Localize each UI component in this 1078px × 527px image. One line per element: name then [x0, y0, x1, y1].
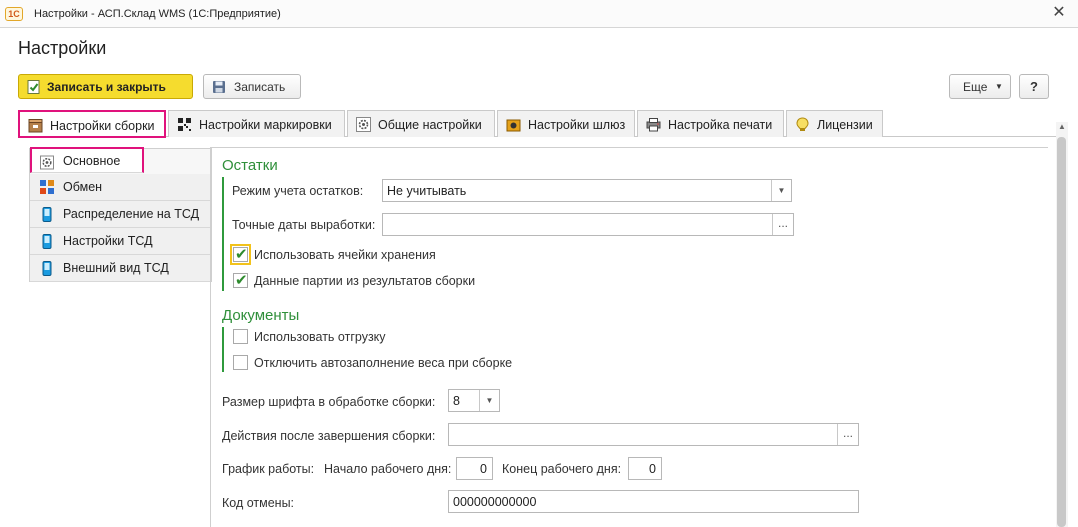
use-storage-cells-label: Использовать ячейки хранения: [254, 248, 436, 262]
page-title: Настройки: [18, 38, 107, 58]
cancel-code-label: Код отмены:: [222, 496, 295, 510]
ellipsis-icon[interactable]: ...: [772, 214, 793, 235]
disable-weight-autofill-checkbox[interactable]: [233, 355, 248, 370]
nav-item-tsd-settings[interactable]: Настройки ТСД: [30, 228, 211, 255]
nav-item-tsd-distribution[interactable]: Распределение на ТСД: [30, 201, 211, 228]
nav-item-label: Обмен: [63, 180, 103, 194]
save-label: Записать: [234, 80, 286, 94]
tab-general-settings[interactable]: Общие настройки: [347, 110, 495, 137]
window-title: Настройки - АСП.Склад WMS (1С:Предприяти…: [34, 8, 281, 20]
stock-mode-label: Режим учета остатков:: [232, 184, 364, 198]
more-label: Еще: [963, 80, 988, 94]
nav-item-exchange[interactable]: Обмен: [30, 174, 211, 201]
font-size-label: Размер шрифта в обработке сборки:: [222, 395, 436, 409]
save-and-close-label: Записать и закрыть: [47, 80, 166, 94]
use-shipment-checkbox[interactable]: [233, 329, 248, 344]
tab-assembly-settings[interactable]: Настройки сборки: [18, 110, 166, 138]
gear-icon: [40, 155, 54, 170]
workday-end-label: Конец рабочего дня:: [502, 462, 622, 476]
checkmark-icon: ✔: [235, 246, 248, 263]
exchange-icon: [40, 180, 54, 194]
help-button[interactable]: ?: [1019, 74, 1049, 99]
box-icon: [28, 119, 43, 133]
after-actions-label: Действия после завершения сборки:: [222, 429, 436, 443]
chevron-down-icon[interactable]: ▼: [771, 180, 791, 201]
more-button[interactable]: Еще ▼: [949, 74, 1011, 99]
tab-licenses[interactable]: Лицензии: [786, 110, 883, 137]
stock-section-title: Остатки: [222, 157, 278, 174]
cancel-code-field[interactable]: 000000000000: [448, 490, 859, 513]
use-storage-cells-checkbox[interactable]: ✔: [233, 246, 248, 263]
window-close-button[interactable]: ✕: [1050, 4, 1068, 22]
workday-start-value: 0: [480, 462, 487, 476]
device-icon: [42, 207, 52, 222]
license-icon: [796, 117, 809, 131]
tab-label: Настройки маркировки: [199, 118, 332, 132]
tab-gateway-settings[interactable]: Настройки шлюз: [497, 110, 635, 137]
nav-item-label: Распределение на ТСД: [63, 207, 200, 221]
scroll-up-icon[interactable]: ▲: [1057, 122, 1067, 132]
font-size-select[interactable]: 8 ▼: [448, 389, 500, 412]
nav-item-label: Внешний вид ТСД: [63, 261, 169, 275]
workday-end-field[interactable]: 0: [628, 457, 662, 480]
gateway-icon: [506, 119, 521, 132]
device-icon: [42, 234, 52, 249]
app-logo-icon: 1С: [5, 7, 23, 21]
ellipsis-icon[interactable]: ...: [837, 424, 858, 445]
save-button[interactable]: Записать: [203, 74, 301, 99]
nav-item-tsd-appearance[interactable]: Внешний вид ТСД: [30, 255, 211, 282]
use-shipment-label: Использовать отгрузку: [254, 330, 386, 344]
disable-weight-autofill-label: Отключить автозаполнение веса при сборке: [254, 356, 513, 370]
tab-label: Общие настройки: [378, 118, 482, 132]
scrollbar-thumb[interactable]: [1057, 137, 1066, 527]
stock-mode-value: Не учитывать: [387, 184, 467, 198]
batch-data-label: Данные партии из результатов сборки: [254, 274, 476, 288]
gear-icon: [356, 117, 371, 132]
stock-group-bar: [222, 177, 224, 291]
stock-mode-select[interactable]: Не учитывать ▼: [382, 179, 792, 202]
production-dates-field[interactable]: ...: [382, 213, 794, 236]
tab-print-settings[interactable]: Настройка печати: [637, 110, 784, 137]
cancel-code-value: 000000000000: [453, 495, 537, 509]
tab-label: Настройка печати: [668, 118, 773, 132]
document-check-icon: [27, 80, 40, 94]
chevron-down-icon[interactable]: ▼: [479, 390, 499, 411]
nav-item-label: Настройки ТСД: [63, 234, 153, 248]
tab-marking-settings[interactable]: Настройки маркировки: [168, 110, 345, 137]
nav-item-main[interactable]: Основное: [30, 147, 144, 173]
font-size-value: 8: [453, 394, 460, 408]
tab-label: Настройки сборки: [50, 119, 155, 133]
save-and-close-button[interactable]: Записать и закрыть: [18, 74, 193, 99]
documents-section-title: Документы: [222, 307, 300, 324]
device-icon: [42, 261, 52, 276]
workday-start-field[interactable]: 0: [456, 457, 493, 480]
batch-data-checkbox[interactable]: ✔: [233, 272, 248, 289]
tab-label: Настройки шлюз: [528, 118, 626, 132]
qr-code-icon: [178, 118, 191, 131]
nav-item-label: Основное: [63, 154, 121, 168]
production-dates-label: Точные даты выработки:: [232, 218, 376, 232]
after-actions-field[interactable]: ...: [448, 423, 859, 446]
schedule-label: График работы:: [222, 462, 315, 476]
printer-icon: [646, 118, 661, 132]
tab-label: Лицензии: [817, 118, 873, 132]
checkmark-icon: ✔: [235, 272, 248, 289]
documents-group-bar: [222, 327, 224, 372]
chevron-down-icon: ▼: [995, 82, 1003, 91]
workday-end-value: 0: [649, 462, 656, 476]
workday-start-label: Начало рабочего дня:: [324, 462, 452, 476]
floppy-disk-icon: [213, 81, 225, 93]
